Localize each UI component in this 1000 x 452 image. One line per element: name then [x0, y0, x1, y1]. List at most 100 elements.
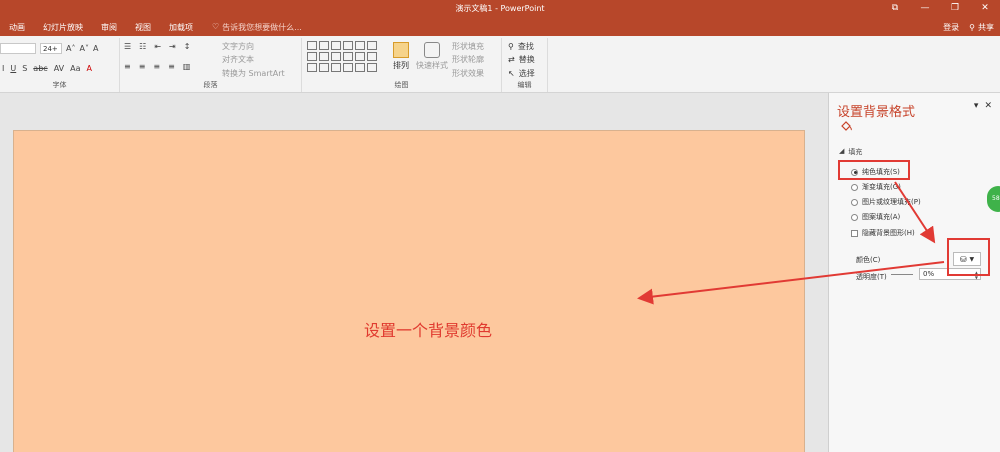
align-center-icon[interactable]: ≡ [139, 62, 146, 71]
format-background-pane: 设置背景格式 ▾ ✕ ◢ 填充 纯色填充(S) 渐变填充(G) 图片或纹理填充(… [828, 93, 1000, 452]
find-button[interactable]: 查找 [518, 41, 534, 52]
arrange-icon [393, 42, 409, 58]
shrink-font-button[interactable]: A˅ [79, 44, 88, 53]
quick-styles-label: 快速样式 [416, 61, 448, 70]
picture-fill-option[interactable]: 图片或纹理填充(P) [851, 197, 921, 207]
editing-group-label: 编辑 [517, 81, 532, 89]
gradient-fill-label: 渐变填充(G) [862, 183, 901, 191]
share-button[interactable]: ⚲ 共享 [969, 19, 994, 36]
pattern-fill-radio[interactable] [851, 213, 858, 221]
account-area: 登录 ⚲ 共享 [943, 19, 1000, 36]
transparency-value: 0% [923, 270, 935, 278]
hide-graphics-label: 隐藏背景图形(H) [862, 229, 915, 237]
tab-review[interactable]: 审阅 [92, 19, 126, 36]
align-right-icon[interactable]: ≡ [153, 62, 160, 71]
ribbon-tabs: 动画 幻灯片放映 审阅 视图 加载项 ♡ 告诉我您想要做什么... [0, 19, 308, 36]
close-icon[interactable]: ✕ [970, 0, 1000, 18]
slide-text[interactable]: 设置一个背景颜色 [364, 317, 492, 341]
picture-fill-radio[interactable] [851, 198, 858, 206]
shapes-gallery[interactable] [306, 40, 382, 73]
highlight-box-color [947, 238, 990, 276]
ribbon: 24+ A˄ A˅ A I U S abc AV Aa A 字体 ☰ ☷ ⇤ ⇥… [0, 36, 1000, 93]
window-title: 演示文稿1 - PowerPoint [455, 4, 545, 13]
color-label: 颜色(C) [856, 256, 881, 264]
replace-icon: ⇄ [508, 55, 515, 64]
minimize-icon[interactable]: — [910, 0, 940, 18]
justify-icon[interactable]: ≡ [168, 62, 175, 71]
text-direction-button[interactable]: 文字方向 [222, 41, 254, 52]
shadow-button[interactable]: S [22, 64, 27, 73]
highlight-box-solid-fill [838, 160, 910, 180]
select-icon: ↖ [508, 69, 515, 78]
align-left-icon[interactable]: ≡ [124, 62, 131, 71]
floating-badge[interactable]: 58 [987, 186, 1000, 212]
lightbulb-icon: ♡ [212, 22, 220, 31]
share-label: 共享 [978, 23, 994, 32]
fill-section-label: 填充 [848, 148, 863, 156]
font-name-combo[interactable] [0, 43, 36, 54]
find-icon: ⚲ [508, 42, 514, 51]
slide-canvas[interactable]: 设置一个背景颜色 [13, 130, 805, 452]
clear-format-button[interactable]: A [93, 44, 98, 53]
pane-close-icon[interactable]: ✕ [984, 101, 992, 111]
tell-me-box[interactable]: ♡ 告诉我您想要做什么... [202, 19, 308, 36]
align-text-button[interactable]: 对齐文本 [222, 54, 254, 65]
fill-section-header[interactable]: ◢ 填充 [839, 147, 862, 157]
hide-graphics-option[interactable]: 隐藏背景图形(H) [851, 228, 915, 238]
pane-controls: ▾ ✕ [974, 101, 992, 111]
quick-styles-icon [424, 42, 440, 58]
italic-button[interactable]: I [2, 64, 4, 73]
pattern-fill-label: 图案填充(A) [862, 213, 901, 221]
pattern-fill-option[interactable]: 图案填充(A) [851, 212, 900, 222]
font-size-combo[interactable]: 24+ [40, 43, 62, 54]
columns-icon[interactable]: ▥ [183, 62, 191, 71]
drawing-group: 排列 快速样式 形状填充 形状轮廓 形状效果 绘图 [302, 38, 502, 92]
pane-options-icon[interactable]: ▾ [974, 101, 979, 111]
shape-fill-button[interactable]: 形状填充 [452, 41, 484, 52]
bullets-icon[interactable]: ☰ [124, 42, 131, 51]
convert-smartart-button[interactable]: 转换为 SmartArt [222, 68, 285, 79]
hide-graphics-checkbox[interactable] [851, 229, 858, 237]
strikethrough-button[interactable]: abc [33, 64, 47, 73]
tab-addins[interactable]: 加载项 [160, 19, 202, 36]
decrease-indent-icon[interactable]: ⇤ [154, 42, 161, 51]
tab-slideshow[interactable]: 幻灯片放映 [34, 19, 92, 36]
picture-fill-label: 图片或纹理填充(P) [862, 198, 921, 206]
pane-title: 设置背景格式 [837, 105, 916, 120]
font-group: 24+ A˄ A˅ A I U S abc AV Aa A 字体 [0, 38, 120, 92]
font-color-button[interactable]: A [87, 64, 92, 73]
quick-styles-button[interactable]: 快速样式 [415, 42, 449, 71]
select-button[interactable]: 选择 [519, 68, 535, 79]
grow-font-button[interactable]: A˄ [66, 44, 75, 53]
replace-button[interactable]: 替换 [519, 54, 535, 65]
fill-bucket-icon[interactable] [840, 120, 853, 132]
shape-outline-button[interactable]: 形状轮廓 [452, 54, 484, 65]
arrange-button[interactable]: 排列 [390, 42, 412, 71]
drawing-group-label: 绘图 [394, 81, 409, 89]
arrange-label: 排列 [393, 61, 409, 70]
transparency-label: 透明度(T) [856, 273, 887, 281]
collapse-triangle-icon: ◢ [839, 147, 845, 155]
underline-button[interactable]: U [10, 64, 16, 73]
shape-effects-button[interactable]: 形状效果 [452, 68, 484, 79]
paragraph-group-label: 段落 [203, 81, 218, 89]
paragraph-group: ☰ ☷ ⇤ ⇥ ↕ ≡ ≡ ≡ ≡ ▥ 文字方向 对齐文本 转换为 SmartA… [120, 38, 302, 92]
slide-workspace: 设置一个背景颜色 [0, 93, 828, 452]
tab-animations[interactable]: 动画 [0, 19, 34, 36]
ribbon-display-icon[interactable]: ⧉ [880, 0, 910, 18]
tab-view[interactable]: 视图 [126, 19, 160, 36]
signin-link[interactable]: 登录 [943, 19, 959, 36]
editing-group: ⚲ 查找 ⇄ 替换 ↖ 选择 编辑 [502, 38, 548, 92]
restore-icon[interactable]: ❐ [940, 0, 970, 18]
line-spacing-icon[interactable]: ↕ [184, 42, 191, 51]
char-spacing-button[interactable]: AV [54, 64, 64, 73]
numbering-icon[interactable]: ☷ [139, 42, 146, 51]
transparency-slider[interactable] [891, 274, 913, 275]
person-icon: ⚲ [969, 23, 975, 32]
tell-me-placeholder: 告诉我您想要做什么... [222, 23, 302, 32]
title-bar: 演示文稿1 - PowerPoint 动画 幻灯片放映 审阅 视图 加载项 ♡ … [0, 0, 1000, 36]
gradient-fill-radio[interactable] [851, 183, 858, 191]
change-case-button[interactable]: Aa [70, 64, 80, 73]
increase-indent-icon[interactable]: ⇥ [169, 42, 176, 51]
gradient-fill-option[interactable]: 渐变填充(G) [851, 182, 901, 192]
